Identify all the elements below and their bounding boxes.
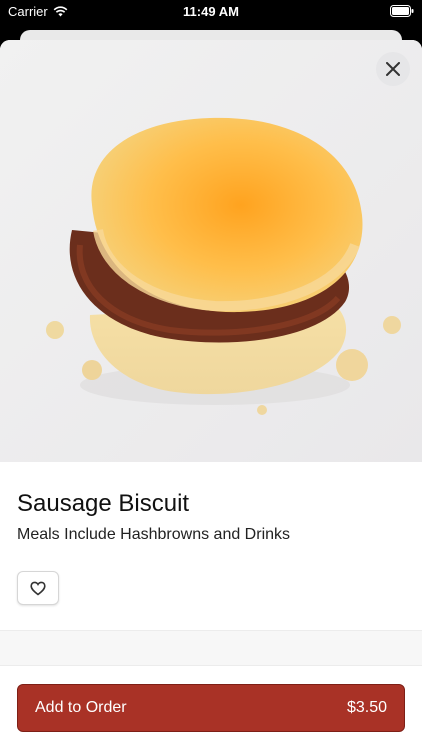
item-description: Meals Include Hashbrowns and Drinks	[17, 526, 291, 543]
sausage-biscuit-image	[0, 40, 422, 462]
heart-outline-icon	[30, 581, 46, 596]
item-title: Sausage Biscuit	[17, 490, 190, 517]
item-price: $3.50	[346, 699, 387, 716]
status-bar: Carrier 11:49 AM	[0, 0, 422, 22]
battery-icon	[390, 5, 414, 17]
status-time: 11:49 AM	[183, 4, 239, 19]
favorite-button[interactable]	[17, 571, 59, 605]
add-to-order-button[interactable]: Add to Order $3.50	[17, 684, 405, 732]
order-footer: Add to Order $3.50	[0, 666, 422, 750]
add-to-order-label: Add to Order	[35, 699, 127, 716]
item-photo	[0, 40, 422, 462]
close-button[interactable]	[376, 52, 410, 86]
close-icon	[386, 62, 400, 76]
item-detail-sheet: Sausage Biscuit Meals Include Hashbrowns…	[0, 40, 422, 750]
app-screen: Carrier 11:49 AM Sausage Biscuit Meals I…	[0, 0, 422, 750]
section-divider	[0, 630, 422, 666]
